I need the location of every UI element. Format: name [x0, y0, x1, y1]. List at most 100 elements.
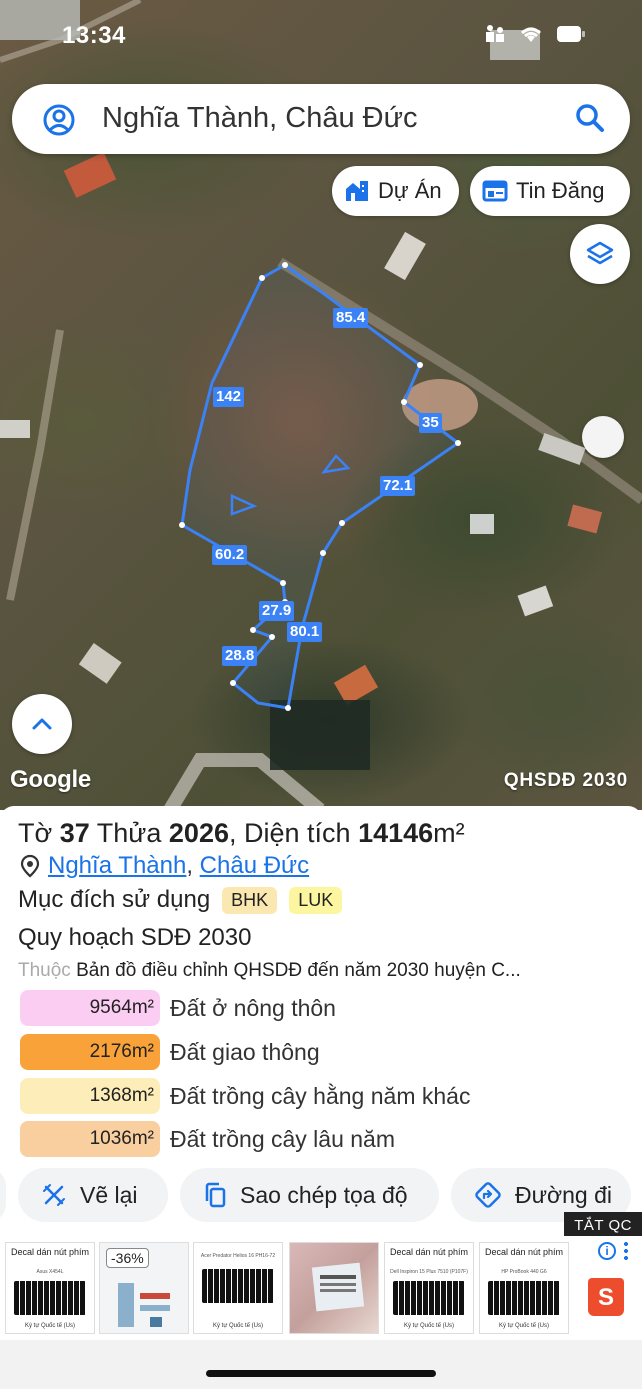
du-an-label: Dự Án: [378, 178, 442, 203]
expand-button[interactable]: [12, 694, 72, 754]
focus-icon: [486, 25, 504, 42]
ad-subtitle: Dell Inspiron 15 Plus 7510 (P107F): [390, 1269, 468, 1275]
plan-title: Quy hoạch SDĐ 2030: [18, 924, 252, 951]
commune-link[interactable]: Nghĩa Thành: [48, 852, 186, 880]
app-screen: 85.4 142 35 72.1 60.2 27.9 80.1 28.8 13:…: [0, 0, 642, 1389]
scrolled-action-button[interactable]: [0, 1168, 6, 1222]
edge-length-label: 80.1: [287, 622, 323, 642]
layers-button[interactable]: [570, 224, 630, 284]
plan-source-line: Thuộc Bản đồ điều chỉnh QHSDĐ đến năm 20…: [18, 960, 624, 982]
location-pin-icon: [20, 854, 40, 878]
status-icons: [484, 24, 586, 44]
zone-area: 9564m²: [20, 990, 160, 1026]
zone-row: 1368m² Đất trồng cây hằng năm khác: [20, 1078, 470, 1114]
map-layer-name: QHSDĐ 2030: [503, 770, 628, 791]
edge-length-label: 27.9: [259, 601, 295, 621]
plan-source-text: Bản đồ điều chỉnh QHSDĐ đến năm 2030 huy…: [76, 960, 521, 981]
ad-title: Decal dán nút phím: [484, 1247, 564, 1257]
ad-footer: Ký tự Quốc tế (Us): [403, 1323, 455, 1329]
area-unit: m²: [433, 818, 465, 848]
du-an-button[interactable]: Dự Án: [332, 166, 459, 216]
ad-subtitle: HP ProBook 440 G6: [501, 1269, 547, 1275]
search-input[interactable]: Nghĩa Thành, Châu Đức: [102, 102, 418, 135]
belongs-label: Thuộc: [18, 960, 71, 981]
status-time: 13:34: [62, 22, 126, 49]
redraw-button[interactable]: Vẽ lại: [18, 1168, 168, 1222]
shopee-bag-icon[interactable]: S: [588, 1278, 624, 1316]
location-line: Nghĩa Thành, Châu Đức: [20, 852, 309, 880]
ad-title: Decal dán nút phím: [10, 1247, 90, 1257]
zone-row: 1036m² Đất trồng cây lâu năm: [20, 1121, 395, 1157]
wifi-icon: [521, 27, 541, 42]
purpose-line: Mục đích sử dụng BHK LUK: [18, 886, 343, 914]
ad-title: Decal dán nút phím: [389, 1247, 469, 1257]
purpose-badge: LUK: [289, 886, 343, 914]
location-separator: ,: [186, 852, 193, 879]
purpose-badge: BHK: [222, 886, 278, 914]
tin-dang-label: Tin Đăng: [516, 178, 605, 203]
edge-length-label: 60.2: [212, 545, 248, 565]
copy-coordinates-label: Sao chép tọa độ: [240, 1181, 408, 1208]
zone-name: Đất giao thông: [170, 1038, 320, 1065]
zone-row: 9564m² Đất ở nông thôn: [20, 990, 336, 1026]
listing-icon: [482, 180, 508, 202]
account-icon[interactable]: [42, 103, 76, 137]
keyboard-image: [14, 1281, 86, 1315]
ad-more-icon[interactable]: [624, 1242, 628, 1260]
keyboard-image: [202, 1269, 274, 1303]
ad-footer: Ký tự Quốc tế (Us): [498, 1323, 550, 1329]
map-drag-handle[interactable]: [582, 416, 624, 458]
directions-label: Đường đi: [515, 1181, 612, 1208]
zone-name: Đất ở nông thôn: [170, 994, 336, 1021]
purpose-label: Mục đích sử dụng: [18, 886, 211, 913]
ad-card[interactable]: [289, 1242, 379, 1334]
google-attribution: Google: [10, 766, 91, 793]
buildings-icon: [346, 181, 368, 201]
district-link[interactable]: Châu Đức: [200, 852, 309, 880]
copy-icon: [205, 1182, 226, 1208]
ad-info-icon[interactable]: i: [598, 1242, 616, 1260]
zone-area: 1368m²: [20, 1078, 160, 1114]
close-ads-button[interactable]: TẮT QC: [564, 1212, 642, 1239]
ad-footer: Ký tự Quốc tế (Us): [24, 1323, 76, 1329]
keyboard-image: [393, 1281, 465, 1315]
thua-label: Thửa: [96, 818, 162, 848]
bottom-safe-area: [0, 1340, 642, 1389]
to-number: 37: [59, 818, 90, 848]
thua-number: 2026: [168, 818, 229, 848]
parcel-info-panel: Tờ 37 Thửa 2026, Diện tích 14146m² Nghĩa…: [0, 806, 642, 1236]
satellite-map[interactable]: 85.4 142 35 72.1 60.2 27.9 80.1 28.8 13:…: [0, 0, 642, 810]
zone-row: 2176m² Đất giao thông: [20, 1034, 320, 1070]
tin-dang-button[interactable]: Tin Đăng: [470, 166, 630, 216]
ad-card[interactable]: Acer Predator Helios 16 PH16-72 Ký tự Qu…: [193, 1242, 283, 1334]
ad-banner[interactable]: Decal dán nút phím Asus X454L Ký tự Quốc…: [0, 1236, 642, 1340]
ad-subtitle: Acer Predator Helios 16 PH16-72: [200, 1253, 276, 1259]
copy-coordinates-button[interactable]: Sao chép tọa độ: [180, 1168, 439, 1222]
home-indicator[interactable]: [206, 1370, 436, 1377]
redraw-label: Vẽ lại: [80, 1181, 138, 1208]
zone-name: Đất trồng cây hằng năm khác: [170, 1082, 471, 1109]
directions-icon: [475, 1182, 501, 1208]
ad-card[interactable]: Decal dán nút phím HP ProBook 440 G6 Ký …: [479, 1242, 569, 1334]
zone-area: 2176m²: [20, 1034, 160, 1070]
ad-card[interactable]: Decal dán nút phím Dell Inspiron 15 Plus…: [384, 1242, 474, 1334]
edge-length-label: 35: [419, 413, 442, 433]
search-icon[interactable]: [574, 102, 606, 134]
edge-length-label: 28.8: [222, 646, 258, 666]
chevron-up-icon: [32, 718, 52, 730]
zone-name: Đất trồng cây lâu năm: [170, 1125, 396, 1152]
battery-icon: [557, 26, 585, 42]
search-bar[interactable]: Nghĩa Thành, Châu Đức: [12, 84, 630, 154]
ad-subtitle: Asus X454L: [36, 1269, 64, 1275]
edge-length-label: 72.1: [380, 476, 416, 496]
zone-area: 1036m²: [20, 1121, 160, 1157]
parcel-title: Tờ 37 Thửa 2026, Diện tích 14146m²: [18, 818, 465, 849]
ad-card[interactable]: Decal dán nút phím Asus X454L Ký tự Quốc…: [5, 1242, 95, 1334]
edge-length-label: 142: [213, 387, 245, 407]
area-value: 14146: [358, 818, 434, 848]
area-label: , Diện tích: [228, 818, 351, 848]
ad-footer: Ký tự Quốc tế (Us): [212, 1323, 264, 1329]
to-label: Tờ: [18, 818, 53, 848]
discount-badge: -36%: [106, 1248, 149, 1268]
product-photo-image: [311, 1262, 365, 1312]
